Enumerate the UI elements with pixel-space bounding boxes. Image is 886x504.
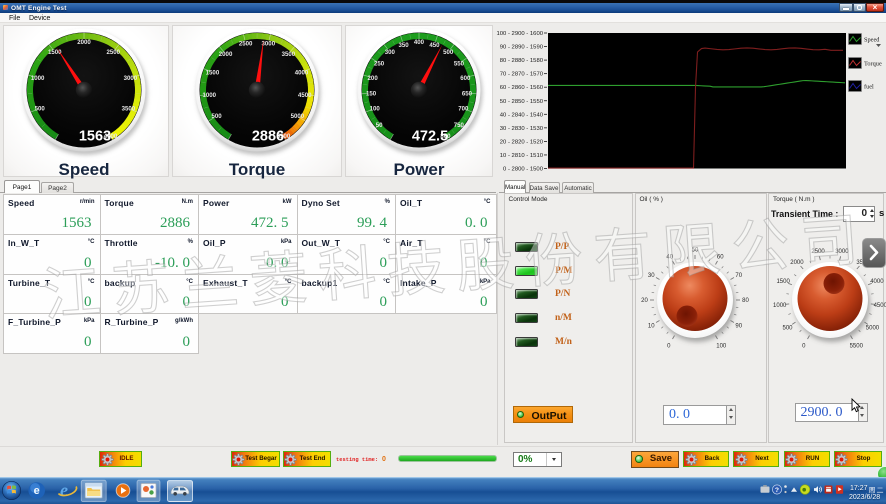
- svg-text:4000: 4000: [870, 279, 884, 285]
- svg-text:1000: 1000: [773, 303, 787, 309]
- svg-text:50: 50: [692, 248, 699, 254]
- svg-text:2500: 2500: [811, 249, 825, 255]
- svg-text:e: e: [34, 485, 40, 497]
- svg-text:90: 90: [735, 323, 742, 329]
- svg-text:5500: 5500: [850, 343, 864, 349]
- svg-text:0: 0: [667, 343, 671, 349]
- svg-text:20: 20: [641, 298, 648, 304]
- svg-text:40: 40: [666, 254, 673, 260]
- svg-text:0: 0: [802, 343, 806, 349]
- svg-text:70: 70: [735, 273, 742, 279]
- svg-text:5000: 5000: [866, 325, 880, 331]
- svg-text:100: 100: [716, 343, 727, 349]
- svg-text:e: e: [60, 480, 68, 500]
- svg-text:60: 60: [717, 254, 724, 260]
- svg-text:10: 10: [648, 323, 655, 329]
- svg-text:1500: 1500: [776, 279, 790, 285]
- svg-text:2000: 2000: [790, 260, 804, 266]
- svg-text:3000: 3000: [835, 249, 849, 255]
- svg-text:4500: 4500: [874, 303, 886, 309]
- svg-text:30: 30: [648, 273, 655, 279]
- svg-text:80: 80: [742, 298, 749, 304]
- svg-text:?: ?: [775, 487, 779, 494]
- svg-text:500: 500: [783, 325, 794, 331]
